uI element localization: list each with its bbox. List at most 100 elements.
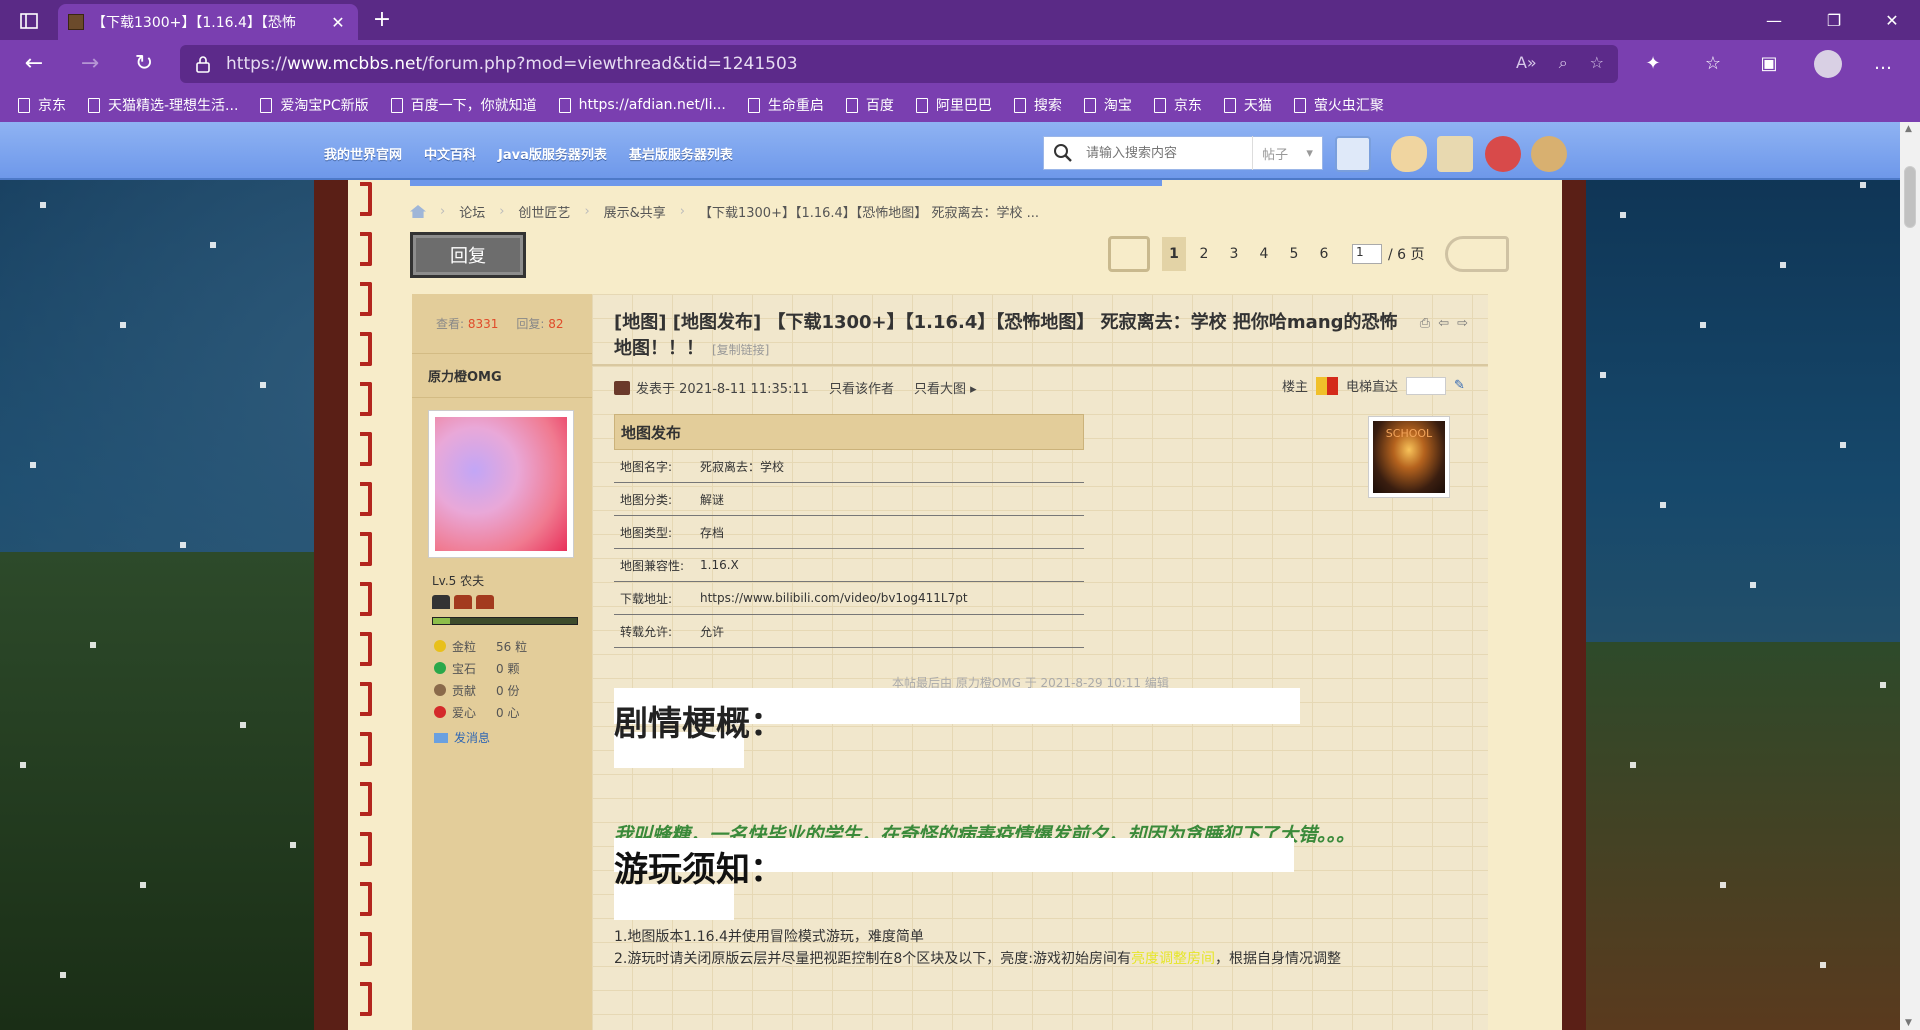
next-thread-icon[interactable]: ⇨ <box>1457 316 1468 331</box>
nav-link[interactable]: 基岩版服务器列表 <box>629 144 733 163</box>
zoom-icon[interactable]: ⌕ <box>1559 53 1568 73</box>
bookmark-label: 百度 <box>865 98 894 114</box>
page-jump-input[interactable]: 1 <box>1352 244 1382 264</box>
page-number[interactable]: 4 <box>1252 237 1276 271</box>
elevator-input[interactable] <box>1406 376 1446 395</box>
bookmark-item[interactable]: 生命重启 <box>747 95 824 115</box>
url-field[interactable]: https://www.mcbbs.net/forum.php?mod=view… <box>180 45 1618 83</box>
browser-tab[interactable]: 【下载1300+】【1.16.4】【恐怖 ✕ <box>58 4 358 40</box>
scroll-up-icon[interactable]: ▲ <box>1905 124 1915 134</box>
tab-actions-icon[interactable] <box>12 8 46 34</box>
diamond-icon[interactable] <box>1335 136 1371 172</box>
snowflake <box>1880 682 1886 688</box>
large-image-link[interactable]: 只看大图 ▸ <box>914 378 977 397</box>
table-value[interactable]: https://www.bilibili.com/video/bv1og411L… <box>700 591 1084 605</box>
author-name[interactable]: 原力橙OMG <box>412 354 592 398</box>
prev-thread-icon[interactable]: ⇦ <box>1438 316 1449 331</box>
page-number[interactable]: 1 <box>1162 237 1186 271</box>
extensions-icon[interactable]: ✦ <box>1636 48 1670 80</box>
bookmark-item[interactable]: 天猫 <box>1223 95 1272 115</box>
bookmark-item[interactable]: https://afdian.net/li... <box>558 97 726 113</box>
breadcrumb-item[interactable]: 展示&共享 <box>604 202 666 221</box>
post-tools: ⎙ ⇦ ⇨ <box>1420 316 1468 331</box>
copy-link[interactable]: [复制链接] <box>712 343 769 357</box>
favorites-icon[interactable]: ☆ <box>1696 48 1730 80</box>
bookmark-item[interactable]: 京东 <box>1153 95 1202 115</box>
collections-icon[interactable]: ▣ <box>1752 48 1786 80</box>
bookmark-item[interactable]: 阿里巴巴 <box>915 95 992 115</box>
binding-ring <box>360 382 372 416</box>
lock-icon[interactable] <box>196 55 210 73</box>
send-message-link[interactable]: 发消息 <box>434 729 592 746</box>
snowflake <box>1780 262 1786 268</box>
binding-ring <box>360 632 372 666</box>
back-icon[interactable]: ← <box>16 48 52 80</box>
bookmark-item[interactable]: 萤火虫汇聚 <box>1293 95 1384 115</box>
map-thumbnail[interactable]: SCHOOL <box>1368 416 1450 498</box>
url-path: /forum.php?mod=viewthread&tid=1241503 <box>422 54 798 74</box>
new-tab-icon[interactable]: + <box>368 8 396 34</box>
search-scope-select[interactable]: 帖子 ▾ <box>1252 136 1322 170</box>
binding-ring <box>360 282 372 316</box>
page-number[interactable]: 6 <box>1312 237 1336 271</box>
cookie-icon[interactable] <box>1531 136 1567 172</box>
crafting-box-icon[interactable] <box>1437 136 1473 172</box>
table-key: 地图类型: <box>620 525 673 540</box>
scroll-down-icon[interactable]: ▼ <box>1905 1018 1915 1028</box>
more-menu-icon[interactable]: … <box>1866 48 1900 80</box>
views-count: 8331 <box>467 317 499 331</box>
thumb-text: SCHOOL <box>1373 421 1445 493</box>
envelope-icon[interactable] <box>1391 136 1427 172</box>
binding-ring <box>360 332 372 366</box>
bookmark-label: 京东 <box>38 98 66 114</box>
nav-link[interactable]: 中文百科 <box>424 144 476 163</box>
restore-icon[interactable]: ❐ <box>1806 0 1862 40</box>
search-input[interactable] <box>1082 138 1252 168</box>
add-favorite-icon[interactable]: ☆ <box>1590 53 1604 73</box>
only-author-link[interactable]: 只看该作者 <box>829 378 894 397</box>
book-binding <box>360 182 376 1030</box>
page-number[interactable]: 5 <box>1282 237 1306 271</box>
pagination: 1 2 3 4 5 6 1/ 6 页 <box>1108 236 1509 272</box>
print-icon[interactable]: ⎙ <box>1420 316 1430 331</box>
page-icon <box>1013 97 1026 113</box>
bookmark-item[interactable]: 搜索 <box>1013 95 1062 115</box>
minecart-icon <box>432 595 450 609</box>
bookmark-item[interactable]: 淘宝 <box>1083 95 1132 115</box>
binding-ring <box>360 582 372 616</box>
bookmark-item[interactable]: 爱淘宝PC新版 <box>260 95 369 115</box>
bookmark-item[interactable]: 天猫精选-理想生活... <box>88 95 238 115</box>
profile-avatar[interactable] <box>1814 50 1842 78</box>
page-number[interactable]: 2 <box>1192 237 1216 271</box>
nav-link[interactable]: Java版服务器列表 <box>498 144 607 163</box>
back-arrow-icon[interactable] <box>1108 236 1150 272</box>
refresh-icon[interactable]: ↻ <box>126 48 162 80</box>
forward-icon[interactable]: → <box>72 48 108 80</box>
snowflake <box>40 202 46 208</box>
read-aloud-icon[interactable]: A» <box>1516 53 1537 73</box>
nav-link[interactable]: 我的世界官网 <box>324 144 402 163</box>
breadcrumb-item[interactable]: 论坛 <box>459 202 485 221</box>
potion-icon[interactable] <box>1485 136 1521 172</box>
bookmark-item[interactable]: 百度 <box>845 95 894 115</box>
return-arrow-icon[interactable] <box>1444 236 1509 272</box>
online-status-icon <box>614 380 630 395</box>
bookmark-item[interactable]: 京东 <box>18 95 66 115</box>
page-scrollbar[interactable]: ▲ ▼ <box>1900 122 1920 1030</box>
replies-count: 82 <box>548 317 564 331</box>
close-window-icon[interactable]: ✕ <box>1864 0 1920 40</box>
page-number[interactable]: 3 <box>1222 237 1246 271</box>
snowflake <box>1700 322 1706 328</box>
reply-button[interactable]: 回复 <box>410 232 526 278</box>
breadcrumb-item[interactable]: 创世匠艺 <box>518 202 570 221</box>
search-box: 帖子 ▾ <box>1043 136 1323 170</box>
edit-pen-icon[interactable]: ✎ <box>1454 378 1468 394</box>
bookmark-item[interactable]: 百度一下，你就知道 <box>390 95 537 115</box>
search-icon[interactable] <box>1044 136 1082 170</box>
breadcrumb-item[interactable]: 【下载1300+】【1.16.4】【恐怖地图】 死寂离去：学校 ... <box>699 202 1039 221</box>
close-tab-icon[interactable]: ✕ <box>328 13 348 32</box>
home-icon[interactable] <box>410 205 426 218</box>
scrollbar-thumb[interactable] <box>1904 166 1916 228</box>
author-avatar[interactable] <box>428 410 574 558</box>
minimize-icon[interactable]: — <box>1746 0 1802 40</box>
